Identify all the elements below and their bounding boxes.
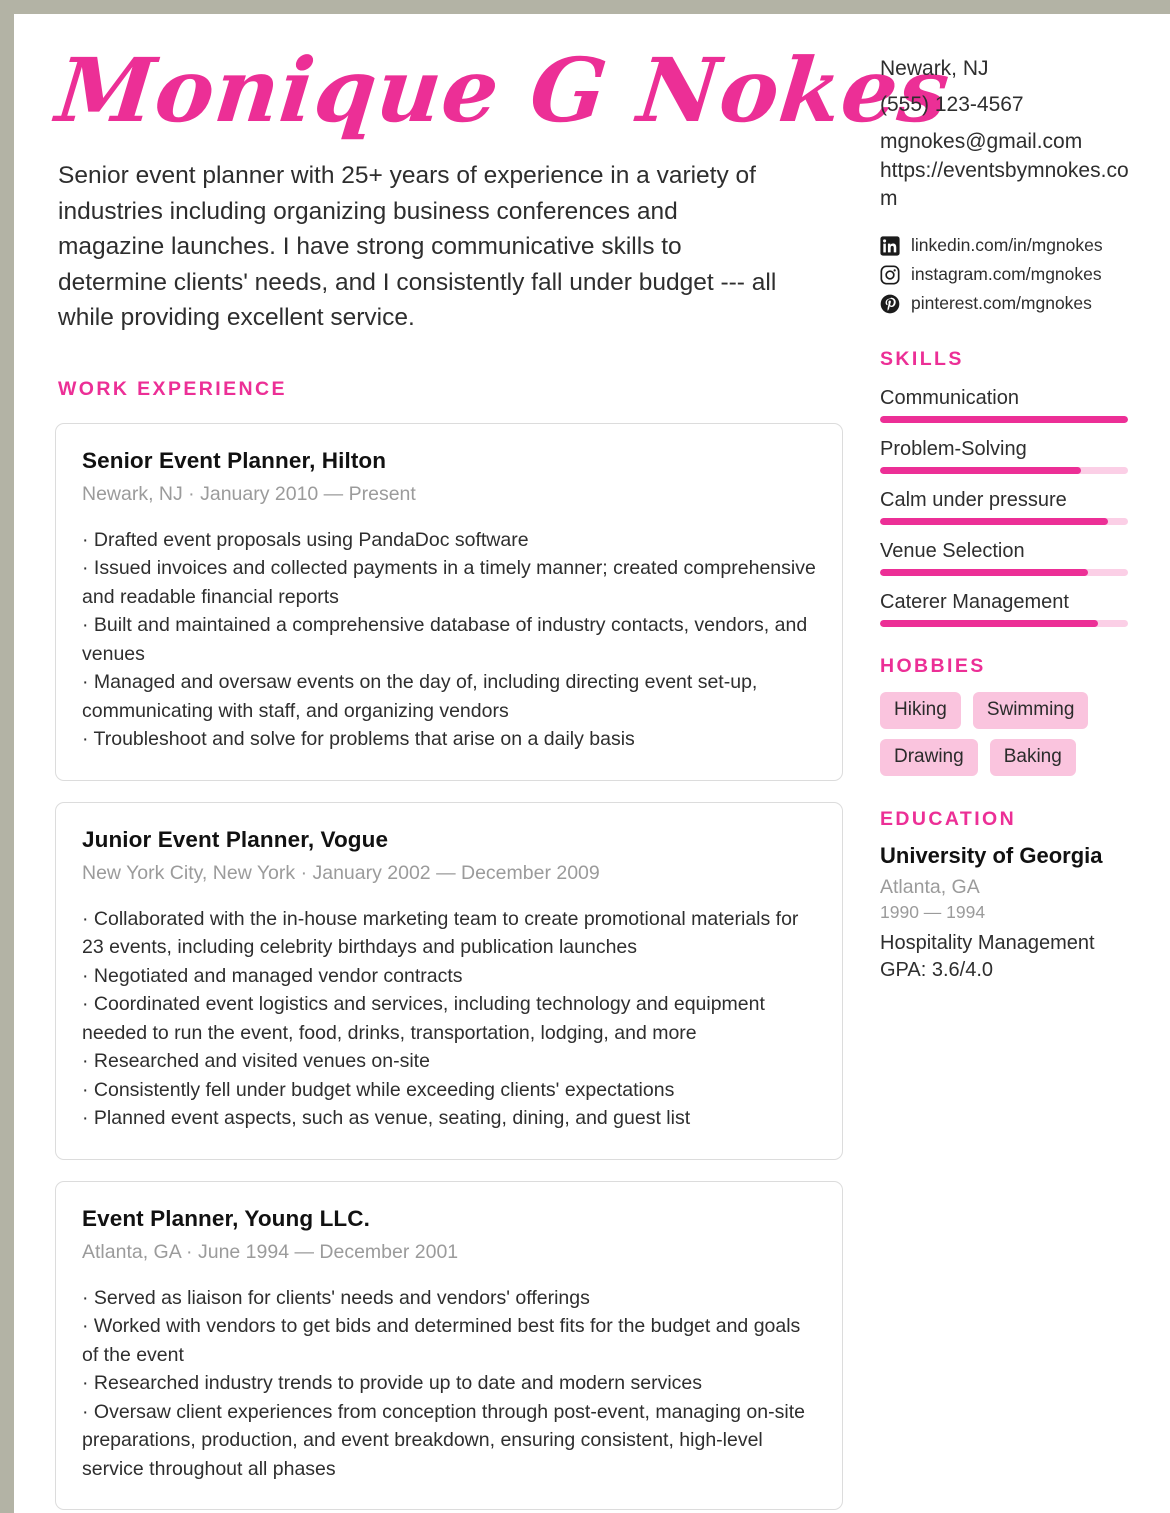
education-years: 1990 — 1994 [880,902,986,922]
job-bullet: · Planned event aspects, such as venue, … [82,1107,691,1129]
skill-level-bar [880,620,1128,627]
skill-level-fill [880,467,1081,474]
skill-label: Venue Selection [880,540,1025,562]
page-frame: Monique G Nokes Senior event planner wit… [0,0,1170,1513]
work-experience-card: Junior Event Planner, Vogue New York City… [55,801,843,1160]
social-links-list: linkedin.com/in/mgnokes instagram.com/mgn… [880,235,1135,314]
hobby-tag: Hiking [880,692,961,729]
work-experience-card: Event Planner, Young LLC. Atlanta, GA · J… [55,1180,843,1510]
skill-item: Venue Selection [880,540,1135,576]
candidate-name: Monique G Nokes [51,38,955,142]
job-meta: New York City, New York · January 2002 —… [82,861,600,884]
education-entry: University of Georgia Atlanta, GA 1990 —… [880,843,1135,982]
skill-label: Caterer Management [880,591,1069,613]
job-meta: Newark, NJ · January 2010 — Present [82,482,416,505]
job-bullet: · Researched and visited venues on-site [82,1050,430,1072]
social-link-instagram[interactable]: instagram.com/mgnokes [880,264,1135,285]
hobby-tag: Drawing [880,739,978,776]
job-bullet: · Drafted event proposals using PandaDoc… [82,528,529,551]
skill-item: Calm under pressure [880,489,1135,525]
skills-heading: SKILLS [880,348,964,370]
social-link-label: instagram.com/mgnokes [911,264,1102,284]
job-bullet: · Built and maintained a comprehensive d… [82,614,808,665]
skill-item: Problem-Solving [880,438,1135,474]
job-title: Event Planner, Young LLC. [82,1205,370,1231]
job-meta: Atlanta, GA · June 1994 — December 2001 [82,1240,459,1263]
social-link-pinterest[interactable]: pinterest.com/mgnokes [880,293,1135,314]
skill-label: Communication [880,387,1019,409]
education-heading: EDUCATION [880,808,1017,830]
skill-item: Caterer Management [880,591,1135,627]
job-bullet: · Negotiated and managed vendor contract… [82,964,463,987]
education-gpa: GPA: 3.6/4.0 [880,959,994,981]
sidebar-column: Newark, NJ (555) 123-4567 mgnokes@gmail.… [880,54,1135,982]
job-bullet-list: · Served as liaison for clients' needs a… [82,1284,816,1484]
skill-item: Communication [880,387,1135,423]
skill-level-fill [880,569,1089,576]
skill-level-bar [880,569,1128,576]
job-bullet-list: · Collaborated with the in-house marketi… [82,905,816,1133]
job-bullet: · Researched industry trends to provide … [82,1372,703,1394]
resume-page: Monique G Nokes Senior event planner wit… [14,14,1170,1513]
contact-website[interactable]: https://eventsbymnokes.com [880,157,1135,213]
job-bullet: · Managed and oversaw events on the day … [82,671,758,722]
skill-level-fill [880,620,1099,627]
education-major: Hospitality Management [880,932,1095,954]
work-experience-card: Senior Event Planner, Hilton Newark, NJ ·… [55,422,843,781]
job-bullet: · Worked with vendors to get bids and de… [82,1315,801,1366]
hobbies-list: Hiking Swimming Drawing Baking [880,692,1130,776]
contact-phone[interactable]: (555) 123-4567 [880,90,1135,120]
job-title: Junior Event Planner, Vogue [82,826,389,852]
skill-level-bar [880,416,1128,423]
job-bullet: · Consistently fell under budget while e… [82,1078,675,1101]
hobbies-heading: HOBBIES [880,655,986,677]
job-bullet-list: · Drafted event proposals using PandaDoc… [82,526,816,754]
social-link-label: linkedin.com/in/mgnokes [911,235,1103,255]
professional-summary: Senior event planner with 25+ years of e… [58,162,777,331]
job-bullet: · Served as liaison for clients' needs a… [82,1286,590,1309]
education-location: Atlanta, GA [880,876,980,898]
job-title: Senior Event Planner, Hilton [82,447,387,473]
job-bullet: · Oversaw client experiences from concep… [82,1400,805,1480]
social-link-linkedin[interactable]: linkedin.com/in/mgnokes [880,235,1135,256]
skill-level-bar [880,518,1128,525]
education-school: University of Georgia [880,843,1103,868]
main-column: Monique G Nokes Senior event planner wit… [52,14,955,1513]
job-bullet: · Collaborated with the in-house marketi… [82,907,799,959]
hobby-tag: Baking [989,739,1076,776]
pinterest-icon [880,294,900,314]
contact-location: Newark, NJ [880,57,989,80]
contact-block: Newark, NJ (555) 123-4567 mgnokes@gmail.… [880,54,1135,213]
skill-label: Problem-Solving [880,438,1027,460]
job-bullet: · Coordinated event logistics and servic… [82,993,765,1044]
skills-list: Communication Problem-Solving Calm under p… [880,387,1135,627]
linkedin-icon [880,235,900,256]
job-bullet: · Troubleshoot and solve for problems th… [82,728,635,750]
skill-level-bar [880,467,1128,474]
skill-level-fill [880,416,1128,423]
contact-email[interactable]: mgnokes@gmail.com [880,127,1135,157]
hobby-tag: Swimming [972,692,1089,729]
instagram-icon [880,265,900,285]
skill-level-fill [880,518,1109,525]
work-experience-list: Senior Event Planner, Hilton Newark, NJ ·… [55,422,855,1510]
job-bullet: · Issued invoices and collected payments… [82,557,816,608]
skill-label: Calm under pressure [880,489,1067,511]
social-link-label: pinterest.com/mgnokes [911,293,1092,313]
work-experience-heading: WORK EXPERIENCE [58,377,287,400]
